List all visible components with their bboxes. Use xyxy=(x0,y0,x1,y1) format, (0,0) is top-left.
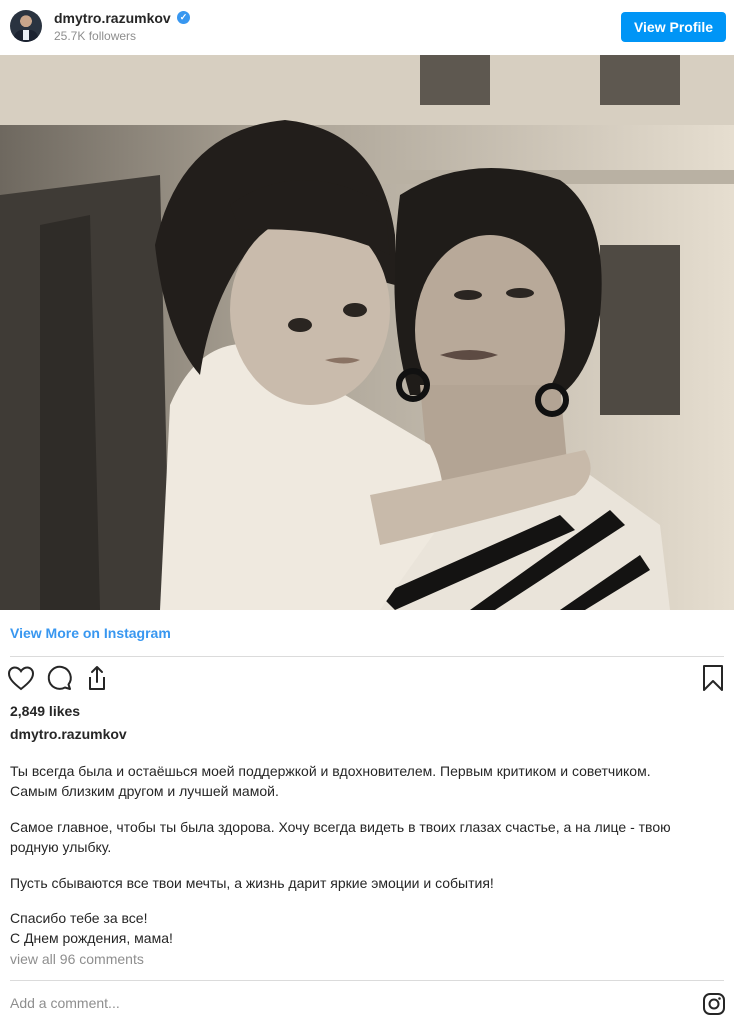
bookmark-icon[interactable] xyxy=(698,663,728,693)
photo-illustration xyxy=(0,55,734,610)
caption-line: Самое главное, чтобы ты была здорова. Хо… xyxy=(10,819,671,835)
divider xyxy=(10,980,724,981)
comment-icon[interactable] xyxy=(44,663,74,693)
caption-paragraph: Пусть сбываются все твои мечты, а жизнь … xyxy=(10,873,710,893)
caption-paragraph: Ты всегда была и остаёшься моей поддержк… xyxy=(10,761,710,801)
divider xyxy=(10,656,724,657)
post-header: dmytro.razumkov ✓ 25.7K followers View P… xyxy=(0,0,734,55)
caption-line: Пусть сбываются все твои мечты, а жизнь … xyxy=(10,875,494,891)
caption-username[interactable]: dmytro.razumkov xyxy=(10,726,127,742)
caption-line: С Днем рождения, мама! xyxy=(10,930,173,946)
add-comment-input[interactable]: Add a comment... xyxy=(10,995,120,1011)
post-photo[interactable] xyxy=(0,55,734,610)
view-more-link[interactable]: View More on Instagram xyxy=(10,625,171,641)
view-profile-button[interactable]: View Profile xyxy=(621,12,726,42)
heart-icon[interactable] xyxy=(6,663,36,693)
share-icon[interactable] xyxy=(82,663,112,693)
action-bar xyxy=(0,663,734,697)
caption-paragraph: Спасибо тебе за все! С Днем рождения, ма… xyxy=(10,908,710,948)
caption-line: Спасибо тебе за все! xyxy=(10,910,148,926)
view-comments-link[interactable]: view all 96 comments xyxy=(10,951,144,967)
caption-line: родную улыбку. xyxy=(10,839,112,855)
caption-line: Самым близким другом и лучшей мамой. xyxy=(10,783,279,799)
avatar[interactable] xyxy=(10,10,42,42)
verified-badge-icon: ✓ xyxy=(177,11,190,24)
username[interactable]: dmytro.razumkov xyxy=(54,10,171,26)
instagram-icon[interactable] xyxy=(702,992,726,1016)
followers-count: 25.7K followers xyxy=(54,29,137,43)
caption-line: Ты всегда была и остаёшься моей поддержк… xyxy=(10,763,651,779)
likes-count[interactable]: 2,849 likes xyxy=(10,703,80,719)
caption-paragraph: Самое главное, чтобы ты была здорова. Хо… xyxy=(10,817,710,857)
